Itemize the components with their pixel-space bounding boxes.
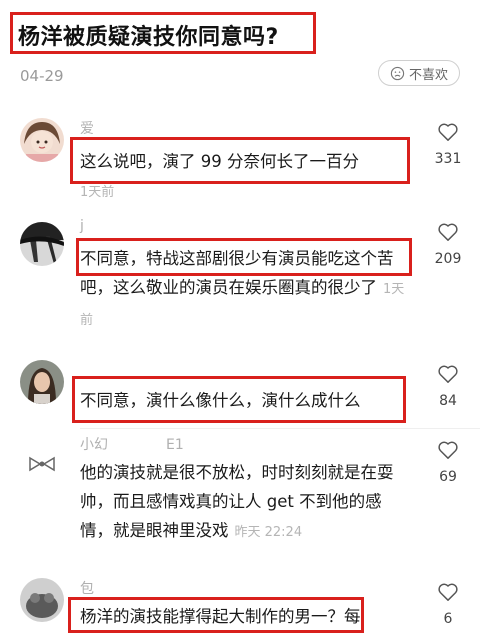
like-count: 331 bbox=[434, 151, 462, 167]
post-date: 04-29 bbox=[20, 67, 64, 85]
like-count: 209 bbox=[434, 251, 462, 267]
heart-outline-icon bbox=[438, 441, 458, 459]
like-count: 84 bbox=[439, 393, 457, 409]
avatar[interactable] bbox=[20, 360, 64, 404]
heart-outline-icon bbox=[438, 123, 458, 141]
like-button[interactable]: 331 bbox=[428, 122, 468, 167]
like-count: 69 bbox=[439, 469, 457, 485]
comment-username[interactable]: j bbox=[80, 218, 84, 234]
comment-username[interactable]: 爱 bbox=[80, 118, 94, 138]
comment-username[interactable]: 小幻 E1 bbox=[80, 434, 184, 454]
highlight-box bbox=[68, 597, 364, 633]
heart-outline-icon bbox=[438, 365, 458, 383]
like-button[interactable]: 84 bbox=[428, 364, 468, 409]
heart-outline-icon bbox=[438, 583, 458, 601]
like-button[interactable]: 6 bbox=[428, 582, 468, 627]
avatar[interactable] bbox=[20, 222, 64, 266]
comment-username[interactable]: 包 bbox=[80, 578, 94, 598]
avatar[interactable] bbox=[20, 118, 64, 162]
avatar[interactable] bbox=[20, 442, 64, 486]
comment-time: 昨天 22:24 bbox=[234, 525, 303, 540]
like-count: 6 bbox=[443, 611, 453, 627]
highlight-box bbox=[70, 137, 410, 184]
comment-text: 他的演技就是很不放松，时时刻刻就是在耍帅，而且感情戏真的让人 get 不到他的感… bbox=[80, 458, 410, 547]
dislike-label: 不喜欢 bbox=[408, 67, 448, 83]
like-button[interactable]: 69 bbox=[428, 440, 468, 485]
avatar[interactable] bbox=[20, 578, 64, 622]
comment-username-text: 小幻 bbox=[80, 437, 108, 453]
divider bbox=[80, 428, 480, 429]
heart-outline-icon bbox=[438, 223, 458, 241]
dislike-button[interactable]: 不喜欢 bbox=[378, 60, 460, 86]
sad-face-icon bbox=[390, 66, 405, 80]
post-title: 杨洋被质疑演技你同意吗? bbox=[18, 25, 279, 50]
comment-time: 1天前 bbox=[80, 185, 115, 200]
like-button[interactable]: 209 bbox=[428, 222, 468, 267]
highlight-box bbox=[72, 376, 406, 423]
highlight-box bbox=[76, 238, 412, 276]
comment-username-suffix: E1 bbox=[166, 437, 184, 453]
